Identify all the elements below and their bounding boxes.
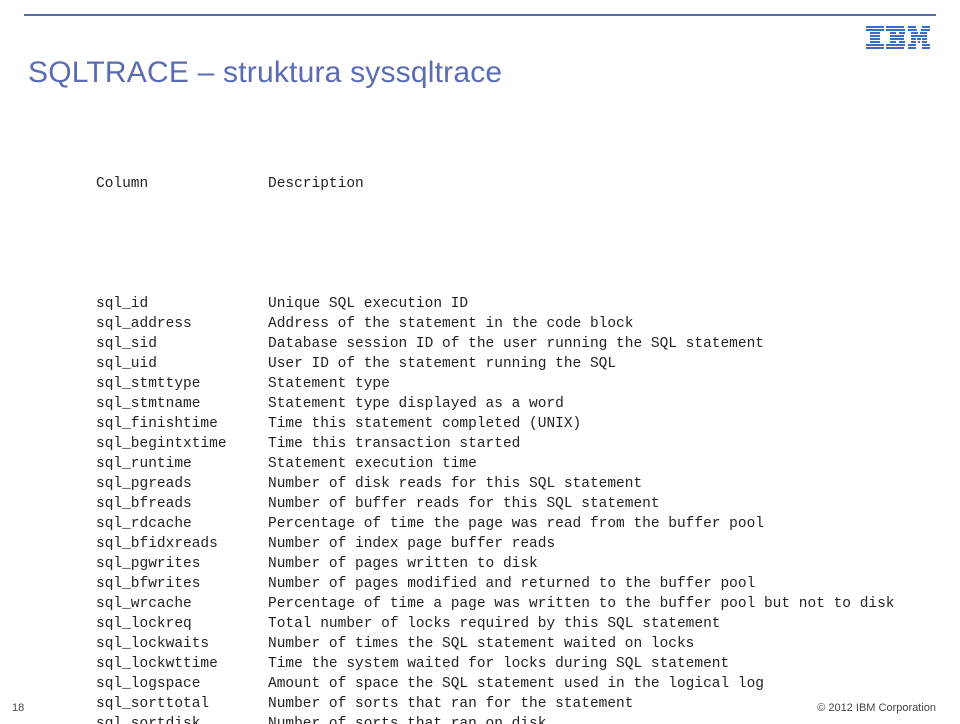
- column-name-cell: sql_sid: [96, 334, 268, 354]
- description-cell: Percentage of time a page was written to…: [268, 594, 920, 614]
- table-row: sql_pgwritesNumber of pages written to d…: [96, 554, 920, 574]
- table-row: sql_pgreadsNumber of disk reads for this…: [96, 474, 920, 494]
- column-name-cell: sql_address: [96, 314, 268, 334]
- table-row: sql_sidDatabase session ID of the user r…: [96, 334, 920, 354]
- table-row: sql_uidUser ID of the statement running …: [96, 354, 920, 374]
- description-cell: Number of pages written to disk: [268, 554, 920, 574]
- table-row: sql_bfwritesNumber of pages modified and…: [96, 574, 920, 594]
- table-row: sql_finishtimeTime this statement comple…: [96, 414, 920, 434]
- spacer: [96, 234, 920, 254]
- column-name-cell: sql_logspace: [96, 674, 268, 694]
- header-rule: [24, 14, 936, 16]
- column-name-cell: sql_finishtime: [96, 414, 268, 434]
- slide-number: 18: [12, 702, 24, 714]
- table-row: sql_runtimeStatement execution time: [96, 454, 920, 474]
- column-name-cell: sql_stmtname: [96, 394, 268, 414]
- table-row: sql_bfidxreadsNumber of index page buffe…: [96, 534, 920, 554]
- column-name-cell: sql_runtime: [96, 454, 268, 474]
- description-cell: Number of pages modified and returned to…: [268, 574, 920, 594]
- ibm-logo-icon: [866, 26, 930, 52]
- column-name-cell: sql_sorttotal: [96, 694, 268, 714]
- description-cell: Percentage of time the page was read fro…: [268, 514, 920, 534]
- description-cell: Statement execution time: [268, 454, 920, 474]
- definition-table: Column Description sql_idUnique SQL exec…: [96, 134, 920, 724]
- description-cell: Address of the statement in the code blo…: [268, 314, 920, 334]
- column-name-cell: sql_lockwaits: [96, 634, 268, 654]
- table-row: sql_stmtnameStatement type displayed as …: [96, 394, 920, 414]
- description-cell: Time this statement completed (UNIX): [268, 414, 920, 434]
- column-name-cell: sql_lockreq: [96, 614, 268, 634]
- column-name-cell: sql_lockwttime: [96, 654, 268, 674]
- description-cell: Number of sorts that ran on disk: [268, 714, 920, 724]
- description-cell: Unique SQL execution ID: [268, 294, 920, 314]
- table-row: sql_lockwaitsNumber of times the SQL sta…: [96, 634, 920, 654]
- ibm-logo: [866, 26, 930, 52]
- column-name-cell: sql_sortdisk: [96, 714, 268, 724]
- description-cell: Number of times the SQL statement waited…: [268, 634, 920, 654]
- description-cell: Number of disk reads for this SQL statem…: [268, 474, 920, 494]
- table-row: sql_logspaceAmount of space the SQL stat…: [96, 674, 920, 694]
- table-row: sql_rdcachePercentage of time the page w…: [96, 514, 920, 534]
- column-name-cell: sql_rdcache: [96, 514, 268, 534]
- column-name-cell: sql_stmttype: [96, 374, 268, 394]
- column-name-cell: sql_pgwrites: [96, 554, 268, 574]
- slide-page: SQLTRACE – struktura syssqltrace Column …: [0, 0, 960, 724]
- column-name-cell: sql_wrcache: [96, 594, 268, 614]
- table-row: sql_bfreadsNumber of buffer reads for th…: [96, 494, 920, 514]
- table-row: sql_begintxtimeTime this transaction sta…: [96, 434, 920, 454]
- table-row: sql_addressAddress of the statement in t…: [96, 314, 920, 334]
- description-cell: User ID of the statement running the SQL: [268, 354, 920, 374]
- copyright-text: © 2012 IBM Corporation: [817, 702, 936, 714]
- table-row: sql_stmttypeStatement type: [96, 374, 920, 394]
- column-name-cell: sql_bfidxreads: [96, 534, 268, 554]
- table-row: sql_idUnique SQL execution ID: [96, 294, 920, 314]
- description-cell: Number of buffer reads for this SQL stat…: [268, 494, 920, 514]
- table-row: sql_sorttotalNumber of sorts that ran fo…: [96, 694, 920, 714]
- column-name-cell: sql_pgreads: [96, 474, 268, 494]
- description-cell: Number of index page buffer reads: [268, 534, 920, 554]
- description-cell: Statement type displayed as a word: [268, 394, 920, 414]
- page-title: SQLTRACE – struktura syssqltrace: [28, 56, 502, 90]
- description-cell: Time this transaction started: [268, 434, 920, 454]
- table-row: sql_lockwttimeTime the system waited for…: [96, 654, 920, 674]
- table-row: sql_wrcachePercentage of time a page was…: [96, 594, 920, 614]
- description-cell: Time the system waited for locks during …: [268, 654, 920, 674]
- table-body: sql_idUnique SQL execution IDsql_address…: [96, 294, 920, 724]
- description-cell: Database session ID of the user running …: [268, 334, 920, 354]
- column-name-cell: sql_begintxtime: [96, 434, 268, 454]
- description-cell: Statement type: [268, 374, 920, 394]
- column-name-cell: sql_uid: [96, 354, 268, 374]
- table-row: sql_lockreqTotal number of locks require…: [96, 614, 920, 634]
- column-name-cell: sql_bfreads: [96, 494, 268, 514]
- col-header-column: Column: [96, 174, 268, 194]
- table-header-row: Column Description: [96, 174, 920, 194]
- description-cell: Total number of locks required by this S…: [268, 614, 920, 634]
- col-header-description: Description: [268, 174, 920, 194]
- column-name-cell: sql_bfwrites: [96, 574, 268, 594]
- column-name-cell: sql_id: [96, 294, 268, 314]
- description-cell: Amount of space the SQL statement used i…: [268, 674, 920, 694]
- table-row: sql_sortdiskNumber of sorts that ran on …: [96, 714, 920, 724]
